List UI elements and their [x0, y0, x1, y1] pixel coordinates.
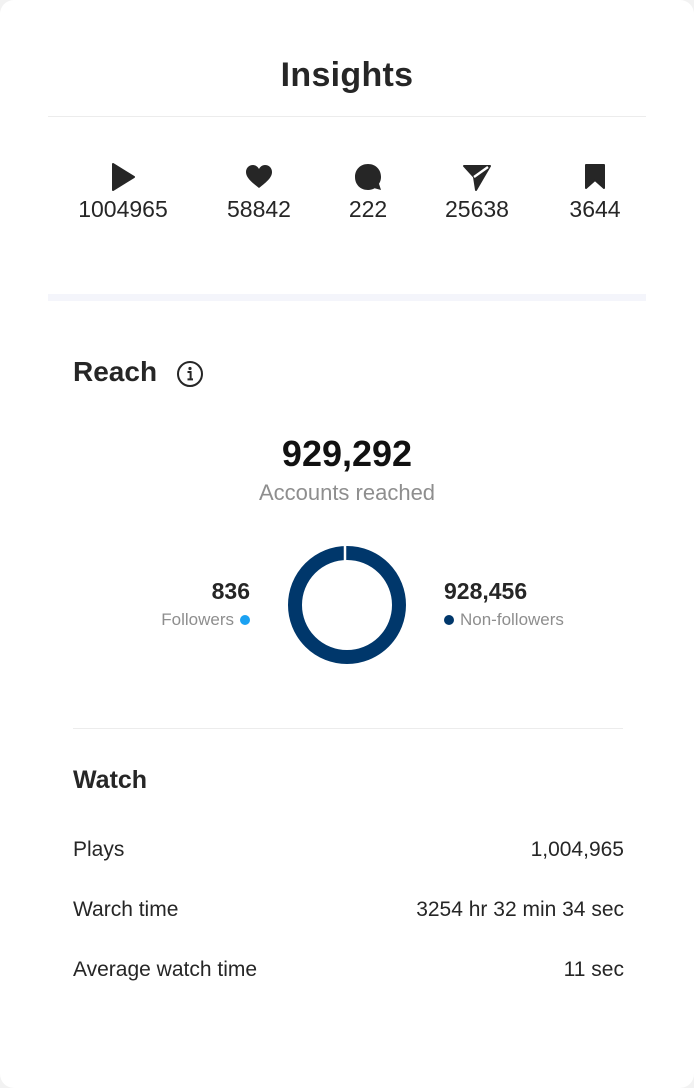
reach-donut-chart — [288, 545, 406, 664]
stat-comments: 222 — [308, 162, 428, 223]
heart-icon — [246, 165, 272, 188]
followers-label: Followers — [161, 610, 234, 629]
followers-legend: Followers — [161, 610, 250, 630]
info-icon[interactable] — [176, 360, 204, 388]
divider — [48, 116, 646, 117]
non-followers-legend: Non-followers — [444, 610, 564, 630]
play-icon — [112, 163, 135, 191]
stat-value: 222 — [348, 196, 388, 222]
non-followers-ring — [288, 546, 406, 664]
watch-row-plays: Plays 1,004,965 — [73, 838, 624, 866]
page-title: Insights — [280, 56, 414, 94]
stat-plays: 1004965 — [63, 162, 183, 223]
non-followers-dot — [444, 614, 454, 625]
bookmark-icon — [585, 164, 605, 189]
row-value: 11 sec — [563, 958, 624, 981]
stat-saves: 3644 — [535, 162, 655, 223]
stat-value: 58842 — [227, 196, 291, 222]
row-label: Plays — [73, 838, 125, 861]
comment-icon — [355, 164, 381, 190]
row-label: Average watch time — [73, 958, 258, 981]
row-label: Warch time — [73, 898, 179, 921]
insights-card: Insights 1004965 58842 222 25638 3644 Re… — [0, 0, 694, 1088]
followers-count: 836 — [211, 578, 250, 604]
row-value: 3254 hr 32 min 34 sec — [416, 898, 624, 921]
non-followers-label: Non-followers — [460, 610, 564, 629]
stat-value: 3644 — [569, 196, 621, 222]
watch-row-average-watch-time: Average watch time 11 sec — [73, 958, 624, 986]
stat-value: 25638 — [445, 196, 509, 222]
accounts-reached-label: Accounts reached — [258, 480, 436, 505]
divider — [73, 728, 623, 729]
non-followers-count: 928,456 — [444, 578, 528, 604]
stat-value: 1004965 — [78, 196, 168, 222]
watch-row-watch-time: Warch time 3254 hr 32 min 34 sec — [73, 898, 624, 926]
share-icon — [463, 165, 491, 191]
stat-shares: 25638 — [417, 162, 537, 223]
reach-heading: Reach — [73, 356, 158, 387]
row-value: 1,004,965 — [530, 838, 624, 861]
followers-dot — [240, 614, 250, 625]
accounts-reached-count: 929,292 — [281, 433, 413, 474]
stat-likes: 58842 — [199, 162, 319, 223]
watch-heading: Watch — [73, 766, 148, 794]
section-separator — [48, 294, 646, 301]
